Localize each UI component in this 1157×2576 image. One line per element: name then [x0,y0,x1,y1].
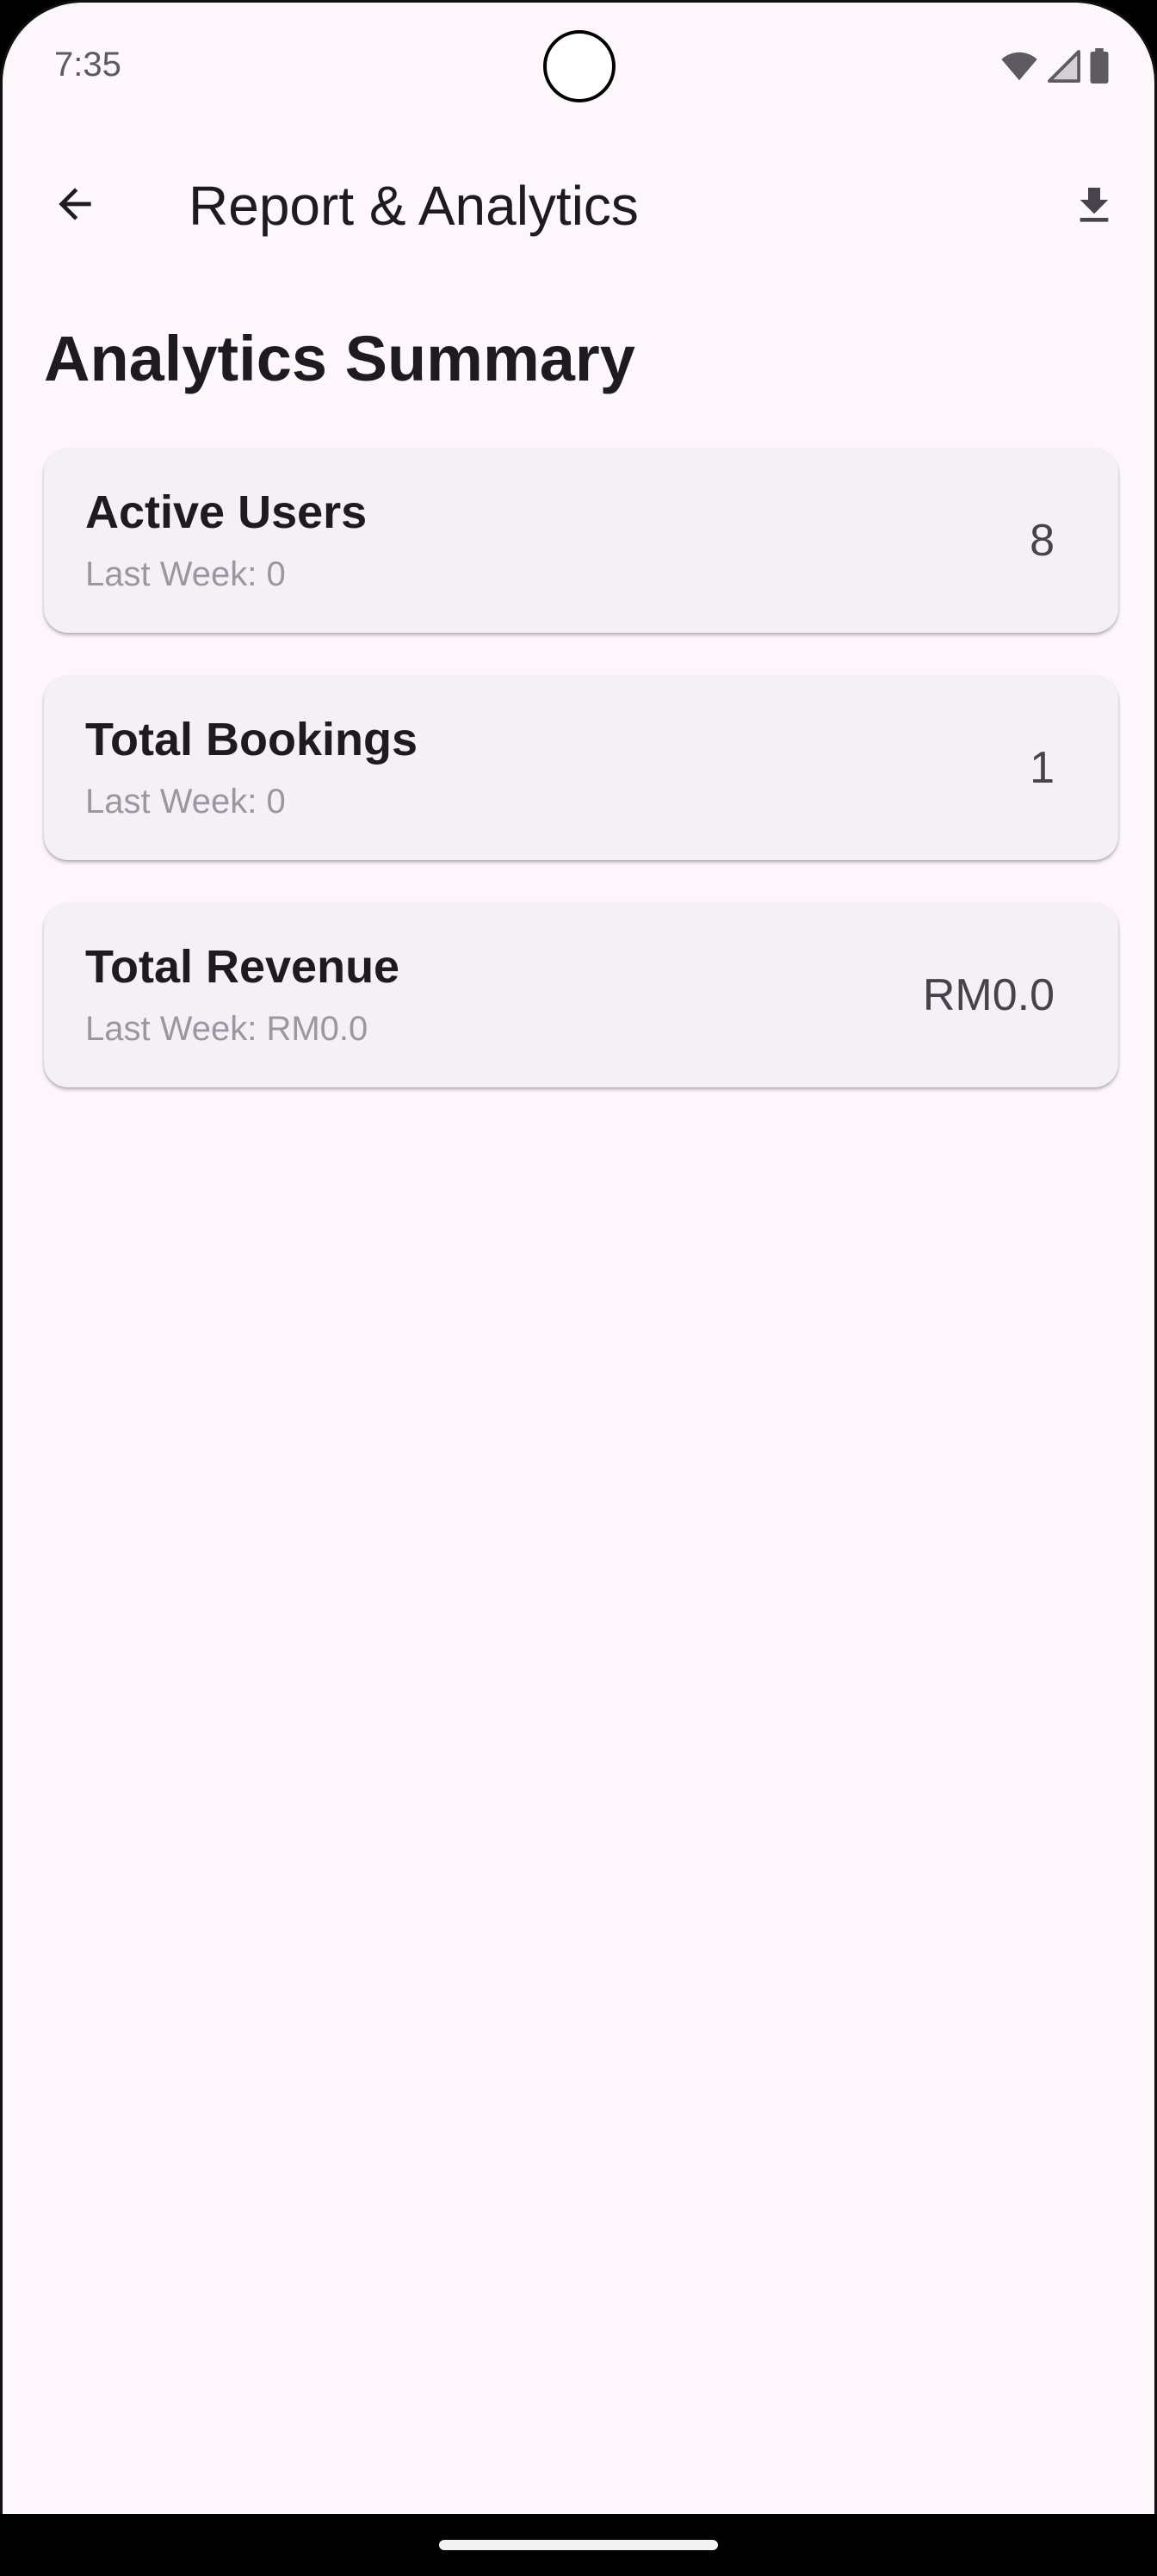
total-revenue-card[interactable]: Total Revenue Last Week: RM0.0 RM0.0 [44,903,1118,1087]
page-title: Report & Analytics [189,175,639,237]
active-users-card[interactable]: Active Users Last Week: 0 8 [44,449,1118,633]
download-icon [1080,188,1109,222]
download-button[interactable] [1058,170,1130,242]
card-last-week: Last Week: RM0.0 [85,1010,368,1048]
total-bookings-card[interactable]: Total Bookings Last Week: 0 1 [44,676,1118,860]
card-label: Total Bookings [85,714,418,765]
app-bar: Report & Analytics [3,149,1154,261]
status-bar: 7:35 [3,3,1154,132]
back-button[interactable] [40,170,109,238]
card-last-week: Last Week: 0 [85,555,286,593]
card-value: 8 [1030,516,1055,566]
status-time: 7:35 [54,46,121,84]
card-value: RM0.0 [922,970,1055,1020]
phone-screen: 7:35 Report & Analytics Analytics Summar… [0,0,1157,2576]
camera-cutout [543,30,616,102]
arrow-back-icon [59,188,91,220]
section-heading: Analytics Summary [44,323,635,394]
card-label: Total Revenue [85,941,400,993]
home-gesture-handle[interactable] [439,2540,718,2550]
status-icons [999,47,1110,85]
card-last-week: Last Week: 0 [85,783,286,820]
cellular-signal-icon [1048,50,1080,83]
wifi-icon [999,51,1039,82]
card-value: 1 [1030,743,1055,793]
battery-icon [1089,48,1110,84]
card-label: Active Users [85,486,368,538]
